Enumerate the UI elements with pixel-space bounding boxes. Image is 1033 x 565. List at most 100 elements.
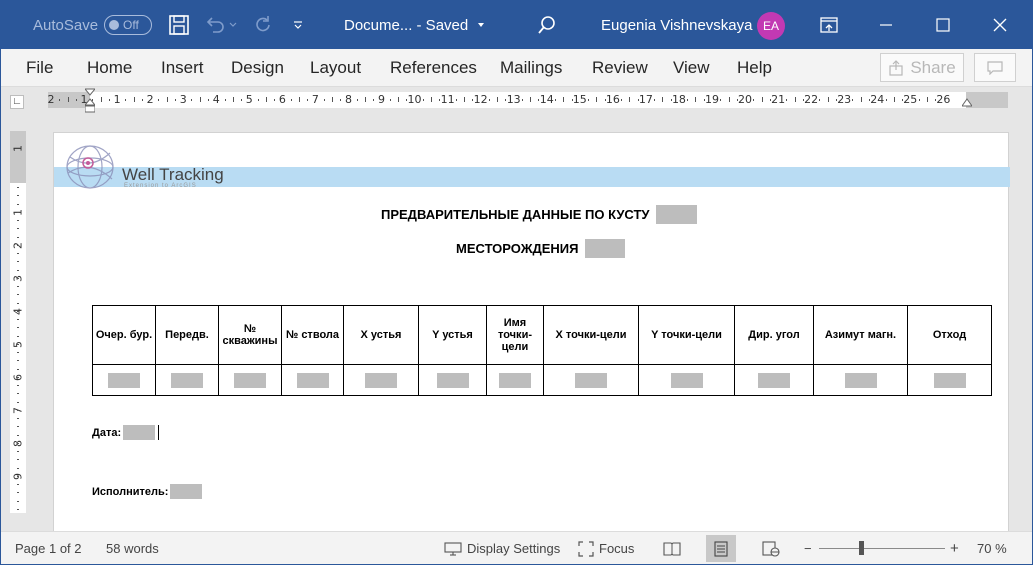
ruler-tick-mark <box>125 99 127 101</box>
ruler-tick-label: 23 <box>837 93 852 106</box>
cell-field[interactable] <box>575 372 607 388</box>
ruler-tick-mark <box>753 99 755 101</box>
search-icon[interactable] <box>533 1 561 49</box>
table-cell[interactable] <box>543 364 639 396</box>
table-cell[interactable] <box>907 364 992 396</box>
table-cell[interactable] <box>343 364 419 396</box>
date-field[interactable] <box>123 425 156 440</box>
heading-pad: ПРЕДВАРИТЕЛЬНЫЕ ДАННЫЕ ПО КУСТУ <box>381 205 697 224</box>
zoom-out-button[interactable]: − <box>804 532 812 564</box>
web-layout-button[interactable] <box>756 535 786 562</box>
display-settings-button[interactable]: Display Settings <box>444 532 560 564</box>
autosave-toggle[interactable]: Off <box>104 15 152 35</box>
tab-selector[interactable]: ∟ <box>10 95 24 109</box>
tab-layout[interactable]: Layout <box>310 49 361 87</box>
table-cell[interactable] <box>418 364 487 396</box>
vruler-tick-mark <box>17 195 19 197</box>
pad-field[interactable] <box>655 205 697 224</box>
avatar[interactable]: EA <box>757 12 785 40</box>
cell-field[interactable] <box>171 372 203 388</box>
tab-review[interactable]: Review <box>592 49 648 87</box>
cell-field[interactable] <box>499 372 531 388</box>
horizontal-ruler[interactable]: 2 1 1 2 3 4 5 6 7 8 9 10 11 12 13 14 15 16 17 18 19 20 21 22 23 2… <box>48 92 1008 108</box>
ruler-tick-mark <box>464 97 466 102</box>
ruler-tick-mark <box>563 97 565 102</box>
vruler-tick-mark <box>17 253 19 254</box>
cell-field[interactable] <box>108 372 140 388</box>
ruler-tick-mark <box>307 99 309 101</box>
share-button[interactable]: Share <box>880 53 964 82</box>
table-cell[interactable] <box>155 364 219 396</box>
executor-field[interactable] <box>170 484 203 499</box>
ruler-tick-mark <box>588 99 590 101</box>
tab-mailings[interactable]: Mailings <box>500 49 562 87</box>
tab-help[interactable]: Help <box>737 49 772 87</box>
tab-home[interactable]: Home <box>87 49 132 87</box>
zoom-slider[interactable] <box>819 548 945 549</box>
ruler-tick-mark <box>290 99 292 101</box>
zoom-level[interactable]: 70 % <box>977 532 1007 564</box>
cell-field[interactable] <box>670 372 703 388</box>
read-mode-button[interactable] <box>657 535 687 562</box>
col-header: X устья <box>343 305 419 365</box>
close-icon[interactable] <box>977 1 1023 49</box>
vruler-tick-mark <box>17 343 19 345</box>
field-name-field[interactable] <box>584 239 625 258</box>
tab-design[interactable]: Design <box>231 49 284 87</box>
customize-qat-icon[interactable] <box>284 1 312 49</box>
table-cell[interactable] <box>281 364 344 396</box>
table-cell[interactable] <box>218 364 282 396</box>
cell-field[interactable] <box>436 372 469 388</box>
word-count[interactable]: 58 words <box>106 532 159 564</box>
cell-field[interactable] <box>758 372 790 388</box>
cell-field[interactable] <box>933 372 966 388</box>
undo-dropdown-icon[interactable] <box>225 1 241 49</box>
minimize-icon[interactable] <box>863 1 909 49</box>
table-cell[interactable] <box>638 364 735 396</box>
ribbon-display-options-icon[interactable] <box>806 1 852 49</box>
print-layout-button[interactable] <box>706 535 736 562</box>
cell-field[interactable] <box>365 372 397 388</box>
ruler-tick-mark <box>497 97 499 102</box>
table-row <box>92 364 992 396</box>
right-indent-marker-icon[interactable] <box>962 97 972 111</box>
web-layout-icon <box>762 540 780 557</box>
cell-field[interactable] <box>234 372 266 388</box>
tab-file[interactable]: File <box>26 49 53 87</box>
redo-icon[interactable] <box>249 1 277 49</box>
document-title[interactable]: Docume... - Saved <box>344 1 486 49</box>
table-cell[interactable] <box>734 364 814 396</box>
table-cell[interactable] <box>813 364 908 396</box>
ruler-tick-mark <box>860 97 862 102</box>
table-cell[interactable] <box>92 364 156 396</box>
left-indent-marker-icon[interactable] <box>85 87 95 113</box>
share-icon <box>889 59 903 76</box>
col-header: Имя точки-цели <box>486 305 544 365</box>
table-cell[interactable] <box>486 364 544 396</box>
maximize-icon[interactable] <box>920 1 966 49</box>
page-count[interactable]: Page 1 of 2 <box>15 532 82 564</box>
tab-references[interactable]: References <box>390 49 477 87</box>
tab-view[interactable]: View <box>673 49 710 87</box>
focus-button[interactable]: Focus <box>578 532 634 564</box>
ruler-tick-mark <box>728 97 730 102</box>
comments-button[interactable] <box>974 53 1016 82</box>
vruler-tick-mark <box>17 418 19 419</box>
ruler-tick-mark <box>893 97 895 102</box>
ruler-tick-mark <box>364 97 366 102</box>
cell-field[interactable] <box>296 372 329 388</box>
col-header: Азимут магн. <box>813 305 908 365</box>
tab-insert[interactable]: Insert <box>161 49 204 87</box>
user-name[interactable]: Eugenia Vishnevskaya <box>601 1 753 49</box>
save-icon[interactable] <box>165 1 193 49</box>
cell-field[interactable] <box>844 372 877 388</box>
ruler-tick-label: 15 <box>572 93 587 106</box>
document-area[interactable]: Well Tracking Extension to ArcGIS ПРЕДВА… <box>39 113 1032 531</box>
ruler-tick-mark <box>521 99 523 101</box>
vertical-ruler[interactable]: 1123456789 <box>10 131 26 513</box>
zoom-in-button[interactable]: + <box>950 532 959 564</box>
zoom-slider-thumb[interactable] <box>859 541 864 555</box>
ruler-tick-label: 2 <box>47 93 55 106</box>
page[interactable]: Well Tracking Extension to ArcGIS ПРЕДВА… <box>53 132 1010 531</box>
toggle-knob <box>109 20 119 30</box>
